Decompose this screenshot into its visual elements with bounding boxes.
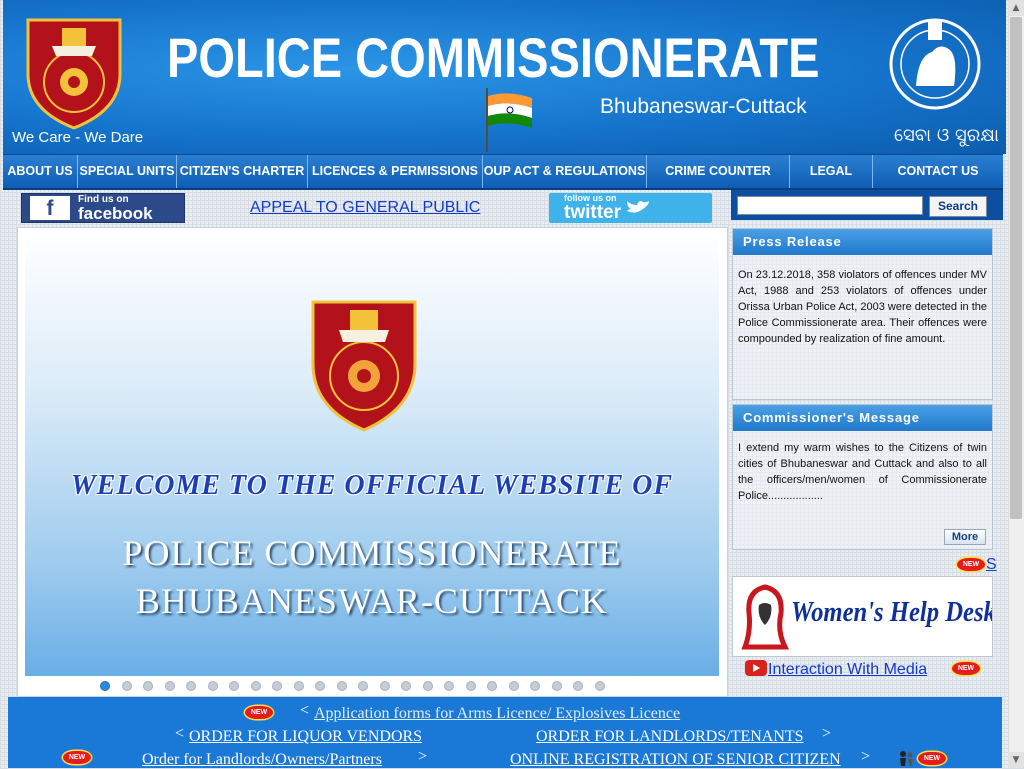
senior-citizen-registration-link[interactable]: ONLINE REGISTRATION OF SENIOR CITIZEN	[510, 751, 841, 769]
twitter-label: follow us on twitter	[564, 194, 621, 223]
chevron-left-icon: <	[175, 725, 185, 742]
hero-slider: WELCOME TO THE OFFICIAL WEBSITE OF POLIC…	[25, 232, 719, 676]
senior-citizen-icon	[900, 751, 913, 766]
commissioner-message-panel: Commissioner's Message I extend my warm …	[732, 404, 993, 550]
landlords-tenants-order-link[interactable]: ORDER FOR LANDLORDS/TENANTS	[536, 728, 804, 746]
appeal-to-public-link[interactable]: APPEAL TO GENERAL PUBLIC	[250, 199, 480, 217]
slider-dot-14[interactable]	[379, 681, 390, 691]
press-release-heading: Press Release	[733, 229, 992, 255]
press-release-panel: Press Release On 23.12.2018, 358 violato…	[732, 228, 993, 400]
slider-dot-22[interactable]	[551, 681, 562, 691]
commissionerate-emblem[interactable]	[22, 6, 126, 130]
india-flag-icon	[486, 88, 532, 152]
slider-dot-23[interactable]	[573, 681, 583, 691]
search-input[interactable]	[737, 196, 923, 215]
search-button[interactable]: Search	[929, 196, 987, 217]
facebook-icon: f	[30, 196, 70, 220]
new-badge-icon: NEW	[245, 706, 273, 719]
nav-special-units[interactable]: SPECIAL UNITS	[78, 155, 177, 188]
nav-oup-act[interactable]: OUP ACT & REGULATIONS	[483, 155, 647, 188]
slider-dot-10[interactable]	[293, 681, 304, 691]
new-badge-icon: NEW	[957, 558, 985, 571]
chevron-left-icon: <	[300, 702, 310, 719]
landlords-owners-partners-link[interactable]: Order for Landlords/Owners/Partners	[142, 751, 382, 769]
facebook-line2: facebook	[78, 203, 153, 223]
odia-motto: ସେବା ଓ ସୁରକ୍ଷା	[894, 125, 1000, 146]
slider-dots	[100, 681, 605, 691]
slide-title-line1: POLICE COMMISSIONERATE	[122, 533, 622, 573]
tagline: We Care - We Dare	[12, 129, 144, 146]
nav-licences-permissions[interactable]: LICENCES & PERMISSIONS	[308, 155, 483, 188]
site-subtitle: Bhubaneswar-Cuttack	[600, 95, 807, 118]
nav-legal[interactable]: LEGAL	[790, 155, 873, 188]
site-title: POLICE COMMISSIONERATE	[167, 26, 820, 89]
slider-dot-7[interactable]	[229, 681, 239, 691]
slider-dot-12[interactable]	[336, 681, 347, 691]
nav-about-us[interactable]: ABOUT US	[3, 155, 78, 188]
new-badge-icon: NEW	[952, 662, 980, 675]
main-nav: ABOUT US SPECIAL UNITS CITIZEN'S CHARTER…	[3, 154, 1003, 190]
new-badge-icon: NEW	[63, 751, 91, 764]
slider-dot-24[interactable]	[594, 681, 605, 691]
facebook-button[interactable]: f Find us on facebook	[21, 193, 185, 223]
slider-dot-6[interactable]	[207, 681, 218, 691]
slider-dot-21[interactable]	[530, 681, 540, 691]
liquor-vendors-order-link[interactable]: ORDER FOR LIQUOR VENDORS	[189, 728, 422, 746]
twitter-button[interactable]: follow us on twitter	[549, 193, 712, 223]
twitter-line2: twitter	[564, 202, 621, 223]
facebook-label: Find us on facebook	[78, 193, 153, 223]
slider-dot-9[interactable]	[272, 681, 282, 691]
slider-dot-18[interactable]	[465, 681, 476, 691]
slider-dot-11[interactable]	[315, 681, 325, 691]
more-button[interactable]: More	[944, 529, 986, 545]
slider-dot-4[interactable]	[164, 681, 175, 691]
slider-dot-3[interactable]	[143, 681, 153, 691]
slider-dot-20[interactable]	[508, 681, 519, 691]
arms-licence-forms-link[interactable]: Application forms for Arms Licence/ Expl…	[314, 705, 680, 723]
twitter-bird-icon	[627, 201, 649, 213]
welcome-text: WELCOME TO THE OFFICIAL WEBSITE OF	[70, 470, 674, 501]
slider-dot-15[interactable]	[401, 681, 411, 691]
slider-dot-1[interactable]	[100, 681, 110, 691]
slider-dot-5[interactable]	[186, 681, 196, 691]
youtube-icon	[745, 660, 767, 676]
slider-dot-17[interactable]	[444, 681, 454, 691]
scroll-up-arrow-icon[interactable]: ▲	[1008, 0, 1024, 16]
chevron-right-icon: >	[861, 748, 871, 765]
slider-dot-2[interactable]	[121, 681, 132, 691]
womens-help-desk-banner[interactable]: Women's Help Desk	[732, 576, 993, 657]
nav-crime-counter[interactable]: CRIME COUNTER	[647, 155, 790, 188]
slider-dot-16[interactable]	[422, 681, 433, 691]
womens-help-desk-label: Women's Help Desk	[791, 597, 993, 628]
scroll-down-arrow-icon[interactable]: ▼	[1008, 752, 1024, 768]
odisha-state-emblem	[889, 18, 981, 110]
chevron-right-icon: >	[418, 748, 428, 765]
scrollbar-thumb[interactable]	[1010, 17, 1022, 519]
commissioner-message-heading: Commissioner's Message	[733, 405, 992, 431]
woman-silhouette-icon	[741, 584, 789, 650]
slider-dot-13[interactable]	[358, 681, 368, 691]
commissioner-message-text: I extend my warm wishes to the Citizens …	[738, 442, 987, 502]
marquee-link[interactable]: S	[986, 556, 997, 574]
slider-dot-8[interactable]	[250, 681, 261, 691]
slide-emblem	[311, 300, 417, 432]
slider-dot-19[interactable]	[487, 681, 497, 691]
new-badge-icon: NEW	[918, 752, 946, 765]
facebook-line1: Find us on	[78, 193, 129, 205]
press-release-text: On 23.12.2018, 358 violators of offences…	[738, 269, 987, 345]
slide-title-line2: BHUBANESWAR-CUTTACK	[135, 581, 609, 621]
nav-contact-us[interactable]: CONTACT US	[873, 155, 1003, 188]
chevron-right-icon: >	[822, 725, 832, 742]
interaction-with-media-link[interactable]: Interaction With Media	[768, 661, 927, 679]
nav-citizens-charter[interactable]: CITIZEN'S CHARTER	[177, 155, 308, 188]
